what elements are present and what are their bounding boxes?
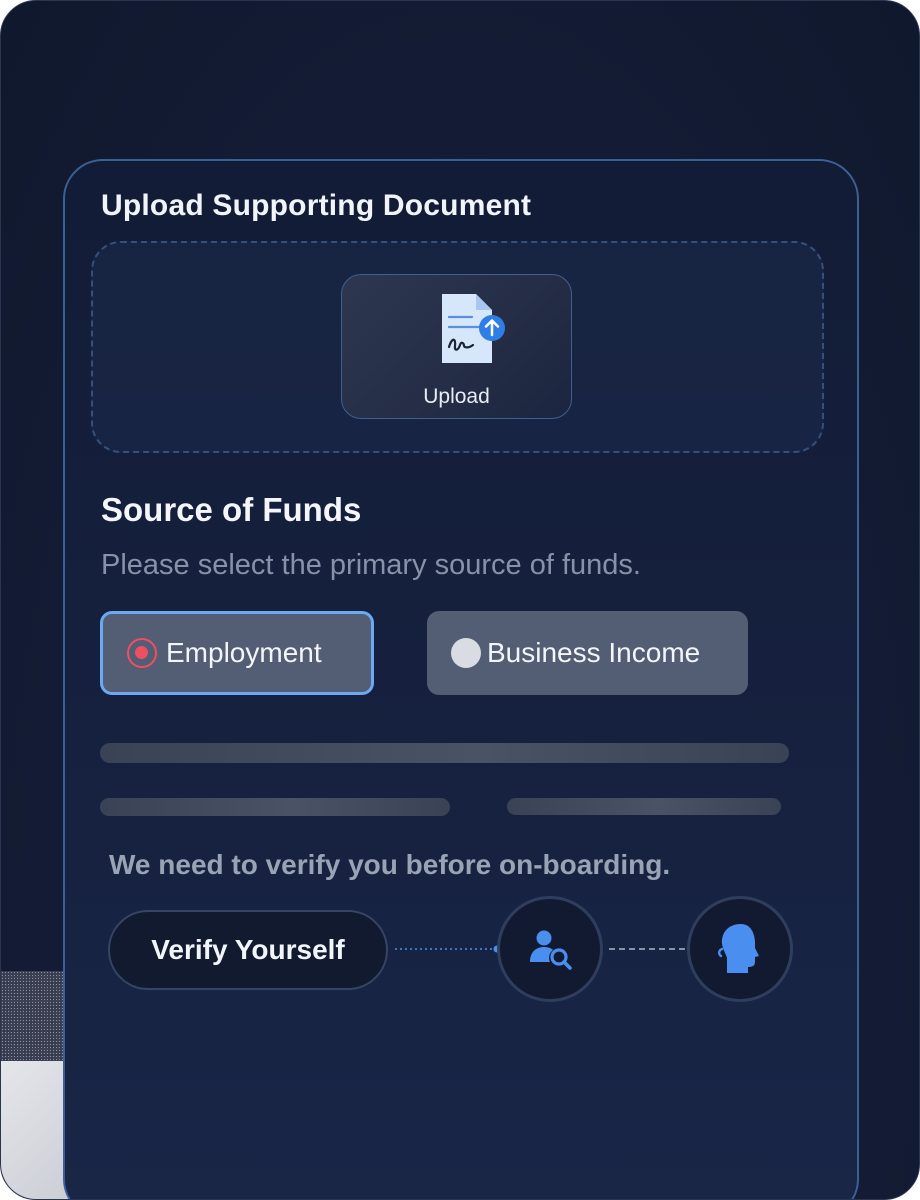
app-frame: Upload Supporting Document Upload Source… [0,0,920,1200]
option-employment-label: Employment [166,637,322,668]
upload-section-title: Upload Supporting Document [101,189,532,222]
option-business-income-label: Business Income [487,637,701,668]
skeleton-line-left [100,798,450,816]
skeleton-line-full [100,743,789,763]
dashed-connector [609,948,685,950]
face-profile-icon [718,924,759,973]
upload-button-label: Upload [423,385,490,408]
option-employment[interactable]: Employment [100,611,374,695]
source-of-funds-subtitle: Please select the primary source of fund… [101,549,641,581]
source-of-funds-title: Source of Funds [101,491,362,528]
dotted-connector [395,945,501,953]
upload-button[interactable]: Upload [341,274,572,419]
radio-unselected-icon[interactable] [451,638,481,668]
verification-message: We need to verify you before on-boarding… [109,849,671,880]
user-search-icon [530,930,572,970]
document-upload-icon [442,294,505,363]
verify-yourself-label: Verify Yourself [151,934,345,965]
identity-check-step [497,896,603,1002]
option-business-income[interactable]: Business Income [427,611,748,695]
face-verification-step [687,896,793,1002]
verify-yourself-button[interactable]: Verify Yourself [108,910,388,990]
skeleton-line-right [507,798,781,815]
radio-selected-icon[interactable] [127,638,157,668]
